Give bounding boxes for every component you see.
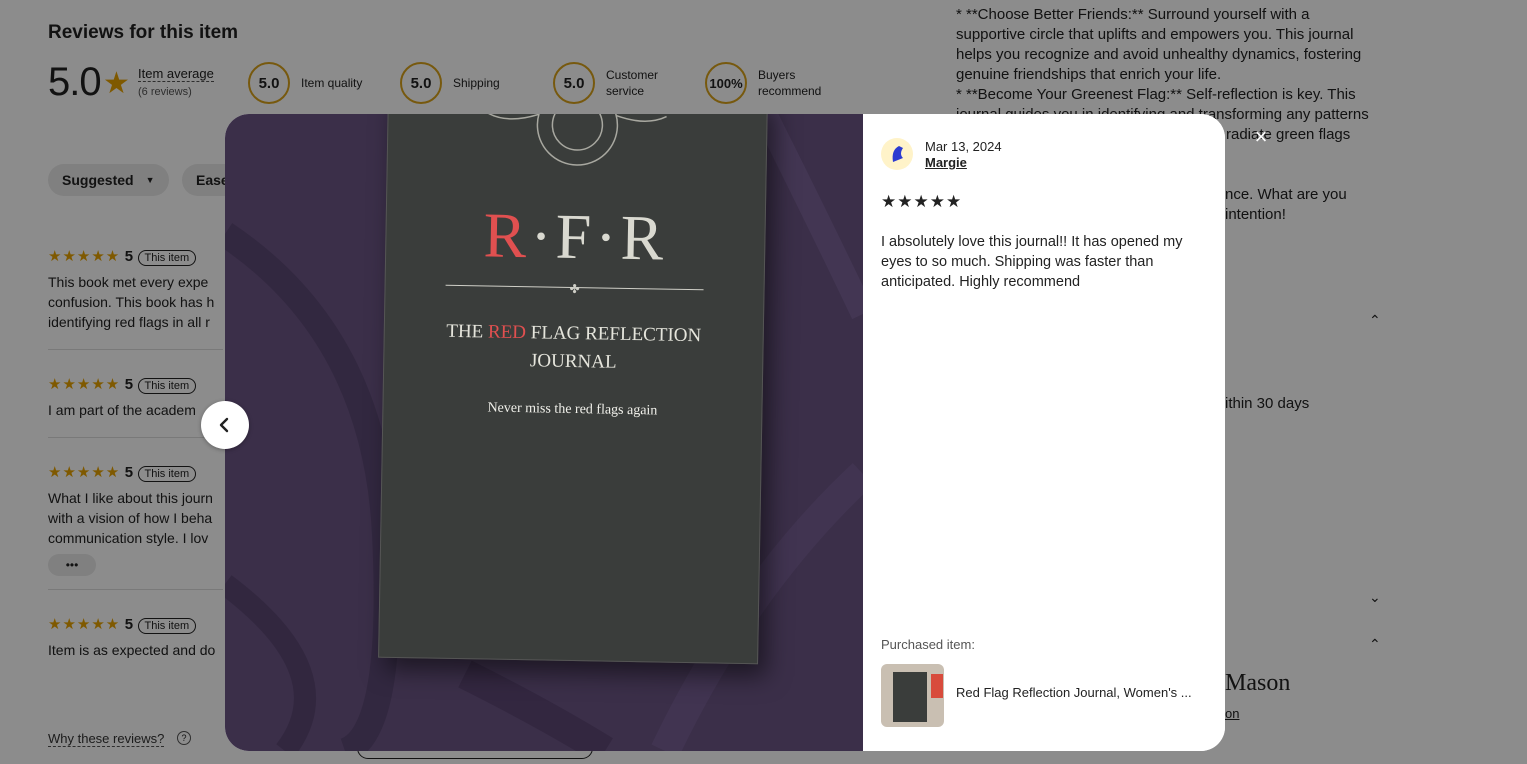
avatar-image — [892, 146, 903, 162]
ornament — [488, 114, 667, 166]
reviewer-name[interactable]: Margie — [925, 155, 967, 170]
review-stars: ★★★★★ — [881, 192, 963, 211]
review-detail-panel: Mar 13, 2024 Margie ★★★★★ I absolutely l… — [863, 114, 1225, 751]
book-title-line1: THE RED FLAG REFLECTION — [446, 320, 702, 347]
journal-cover: R·F·R ✤ THE RED FLAG REFLECTION JOURNAL … — [378, 114, 768, 665]
thumbnail-book — [893, 672, 927, 722]
previous-photo-button[interactable] — [201, 401, 249, 449]
review-photo: R·F·R ✤ THE RED FLAG REFLECTION JOURNAL … — [225, 114, 863, 751]
chevron-left-icon — [219, 417, 229, 433]
review-body: I absolutely love this journal!! It has … — [881, 234, 1183, 290]
review-date: Mar 13, 2024 — [925, 139, 1002, 154]
book-title-line2: JOURNAL — [529, 350, 617, 373]
close-icon[interactable]: × — [1250, 126, 1272, 148]
review-photo-modal: R·F·R ✤ THE RED FLAG REFLECTION JOURNAL … — [225, 114, 1225, 751]
book-rule-ornament: ✤ — [569, 281, 580, 297]
book-letters: R·F·R — [483, 199, 668, 274]
book-tagline: Never miss the red flags again — [487, 400, 658, 419]
purchased-label: Purchased item: — [881, 637, 975, 652]
avatar — [881, 138, 913, 170]
purchased-item-title[interactable]: Red Flag Reflection Journal, Women's ... — [956, 685, 1214, 700]
thumbnail-accent — [931, 674, 943, 698]
purchased-item-thumbnail[interactable] — [881, 664, 944, 727]
